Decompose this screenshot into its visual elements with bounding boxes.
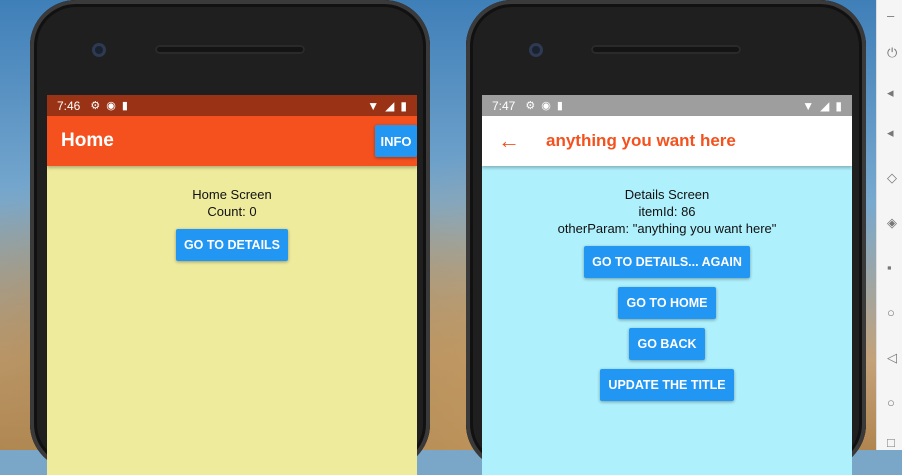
camera-icon [92, 43, 106, 57]
home-content: Home Screen Count: 0 GO TO DETAILS [47, 166, 417, 475]
volume-up-icon[interactable]: ◂ [887, 85, 902, 100]
power-icon[interactable]: ⏻ [887, 45, 902, 60]
wifi-icon: ▼ [802, 98, 815, 113]
go-back-button[interactable]: GO BACK [629, 328, 705, 360]
status-bar: 7:47 ⚙ ◉ ▮ ▼ ◢ ▮ [482, 95, 852, 116]
status-time: 7:46 [57, 98, 81, 113]
phone-frame-left: 7:46 ⚙ ◉ ▮ ▼ ◢ ▮ Home INFO Home Screen C… [30, 0, 430, 475]
react-icon: ◉ [106, 100, 116, 112]
status-bar: 7:46 ⚙ ◉ ▮ ▼ ◢ ▮ [47, 95, 417, 116]
count-label: Count: 0 [207, 204, 257, 219]
update-title-button[interactable]: UPDATE THE TITLE [600, 369, 734, 401]
details-screen: 7:47 ⚙ ◉ ▮ ▼ ◢ ▮ ← anything you want her… [482, 95, 852, 475]
go-to-details-again-button[interactable]: GO TO DETAILS... AGAIN [584, 246, 750, 278]
status-time: 7:47 [492, 98, 516, 113]
back-arrow-icon[interactable]: ← [498, 128, 522, 154]
volume-down-icon[interactable]: ◂ [887, 125, 902, 140]
home-screen: 7:46 ⚙ ◉ ▮ ▼ ◢ ▮ Home INFO Home Screen C… [47, 95, 417, 475]
gear-icon: ⚙ [90, 100, 101, 112]
emulator-toolbar: – ⏻ ◂ ◂ ◇ ◈ ▪ ○ ◁ ○ □ [876, 0, 902, 450]
sd-card-icon: ▮ [556, 100, 563, 112]
signal-icon: ◢ [820, 98, 830, 113]
minimize-icon[interactable]: – [887, 8, 902, 23]
wifi-icon: ▼ [367, 98, 380, 113]
signal-icon: ◢ [385, 98, 395, 113]
rotate-right-icon[interactable]: ◈ [887, 215, 902, 230]
phone-frame-right: 7:47 ⚙ ◉ ▮ ▼ ◢ ▮ ← anything you want her… [466, 0, 866, 475]
speaker-grille [155, 45, 305, 54]
react-icon: ◉ [541, 100, 551, 112]
page-title: anything you want here [546, 131, 736, 150]
screenshot-icon[interactable]: ▪ [887, 260, 902, 275]
sd-card-icon: ▮ [121, 100, 128, 112]
app-header: ← anything you want here [482, 116, 852, 166]
item-id-label: itemId: 86 [638, 204, 696, 219]
details-content: Details Screen itemId: 86 otherParam: "a… [482, 166, 852, 475]
button-stack: GO TO DETAILS... AGAIN GO TO HOME GO BAC… [482, 237, 852, 401]
screen-label: Details Screen [624, 187, 710, 202]
go-to-home-button[interactable]: GO TO HOME [618, 287, 716, 319]
speaker-grille [591, 45, 741, 54]
rotate-left-icon[interactable]: ◇ [887, 170, 902, 185]
go-to-details-button[interactable]: GO TO DETAILS [175, 229, 289, 261]
gear-icon: ⚙ [525, 100, 536, 112]
overview-icon[interactable]: □ [887, 435, 902, 450]
page-title: Home [61, 130, 114, 151]
home-icon[interactable]: ○ [887, 395, 902, 410]
battery-icon: ▮ [835, 98, 842, 113]
other-param-label: otherParam: "anything you want here" [557, 221, 777, 236]
back-icon[interactable]: ◁ [887, 350, 902, 365]
zoom-icon[interactable]: ○ [887, 305, 902, 320]
battery-icon: ▮ [400, 98, 407, 113]
info-button[interactable]: INFO [375, 125, 417, 157]
app-header: Home INFO [47, 116, 417, 166]
camera-icon [529, 43, 543, 57]
screen-label: Home Screen [192, 187, 272, 202]
